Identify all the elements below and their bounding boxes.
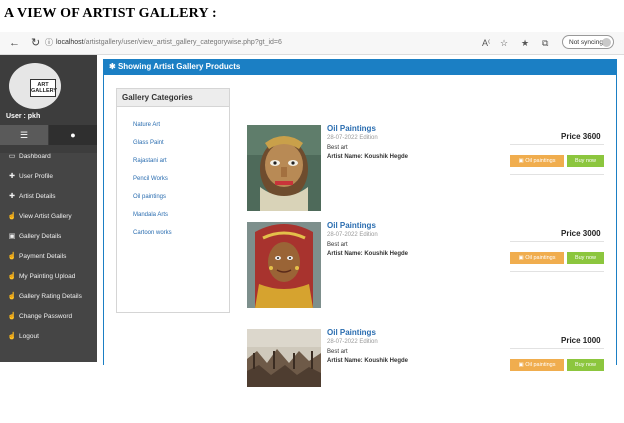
address-bar: ← ↻ ⓘ localhost/artistgallery/user/view_…: [0, 32, 624, 55]
sidebar-header: ART GALLERY User : pkh ☰ ●: [0, 55, 97, 153]
buy-now-button[interactable]: Buy now: [567, 359, 604, 371]
hand-icon: ☝: [7, 313, 17, 320]
profile-avatar-icon: [602, 38, 611, 47]
product-title[interactable]: Oil Paintings: [327, 328, 376, 337]
category-link[interactable]: Mandala Arts: [133, 211, 168, 219]
product-category: Best art: [327, 145, 348, 151]
divider: [510, 144, 604, 145]
browser-window: ← ↻ ⓘ localhost/artistgallery/user/view_…: [0, 32, 624, 387]
category-link[interactable]: Rajastani art: [133, 157, 167, 165]
hand-icon: ☝: [7, 293, 17, 300]
sidebar-item-logout[interactable]: ☝ Logout: [0, 327, 97, 346]
gallery-icon: ▣: [8, 233, 16, 240]
category-button[interactable]: ▣ Oil paintings: [510, 155, 564, 167]
read-aloud-icon[interactable]: A⁽: [482, 37, 490, 49]
product-price: Price 1000: [561, 336, 601, 345]
back-icon[interactable]: ←: [9, 36, 20, 50]
favorite-icon[interactable]: ☆: [500, 37, 508, 49]
divider: [510, 348, 604, 349]
sidebar-item-gallery-details[interactable]: ▣ Gallery Details: [0, 227, 97, 246]
sidebar-item-user-profile[interactable]: ✚ User Profile: [0, 167, 97, 186]
url-path: /artistgallery/user/view_artist_gallery_…: [83, 39, 282, 46]
sync-button[interactable]: Not syncing: [562, 35, 614, 49]
main-content: ✱ Showing Artist Gallery Products Galler…: [97, 55, 624, 387]
sidebar-item-payment-details[interactable]: ☝ Payment Details: [0, 247, 97, 266]
sidebar-item-change-password[interactable]: ☝ Change Password: [0, 307, 97, 326]
product-price: Price 3000: [561, 229, 601, 238]
sidebar-item-dashboard[interactable]: ▭ Dashboard: [0, 147, 97, 166]
sidebar-item-my-painting-upload[interactable]: ☝ My Painting Upload: [0, 267, 97, 286]
favorites-list-icon[interactable]: ★: [521, 37, 529, 49]
category-button[interactable]: ▣ Oil paintings: [510, 359, 564, 371]
category-link[interactable]: Nature Art: [133, 121, 160, 129]
logo-mark: ART GALLERY: [30, 79, 57, 97]
hand-icon: ☝: [7, 253, 17, 260]
divider: [510, 241, 604, 242]
product-artist: Artist Name: Koushik Hegde: [327, 358, 409, 364]
list-tab[interactable]: ☰: [0, 125, 48, 145]
product-artist: Artist Name: Koushik Hegde: [327, 154, 409, 160]
sidebar: ART GALLERY User : pkh ☰ ● ▭ Dashboard ✚ Us…: [0, 55, 97, 362]
list-icon: ☰: [19, 130, 29, 140]
product-category: Best art: [327, 242, 348, 248]
hand-icon: ☝: [7, 273, 17, 280]
sidebar-item-gallery-rating-details[interactable]: ☝ Gallery Rating Details: [0, 287, 97, 306]
category-link[interactable]: Cartoon works: [133, 229, 172, 237]
refresh-icon[interactable]: ↻: [31, 36, 40, 50]
product-artist: Artist Name: Koushik Hegde: [327, 251, 409, 257]
user-tab[interactable]: ●: [49, 125, 97, 145]
user-label: User : pkh: [6, 113, 41, 120]
product-image[interactable]: [247, 329, 321, 387]
asterisk-icon: ✱: [109, 62, 118, 71]
url-host: localhost: [56, 39, 84, 46]
monitor-icon: ▭: [8, 153, 16, 160]
logo: ART GALLERY: [9, 63, 61, 109]
product-edition: 28-07-2022 Edition: [327, 135, 378, 141]
buy-now-button[interactable]: Buy now: [567, 155, 604, 167]
category-link[interactable]: Oil paintings: [133, 193, 166, 201]
panel-title: ✱ Showing Artist Gallery Products: [103, 59, 617, 75]
category-link[interactable]: Glass Paint: [133, 139, 164, 147]
hand-icon: ☝: [7, 213, 17, 220]
divider: [510, 174, 604, 175]
hand-icon: ☝: [7, 333, 17, 340]
product-edition: 28-07-2022 Edition: [327, 232, 378, 238]
divider: [510, 271, 604, 272]
pencil-icon: ✚: [9, 193, 15, 200]
product-title[interactable]: Oil Paintings: [327, 124, 376, 133]
product-edition: 28-07-2022 Edition: [327, 339, 378, 345]
categories-title: Gallery Categories: [117, 89, 229, 107]
sync-label: Not syncing: [569, 39, 603, 46]
categories-box: Gallery Categories Nature Art Glass Pain…: [116, 88, 230, 313]
pencil-icon: ✚: [9, 173, 15, 180]
product-image[interactable]: [247, 125, 321, 211]
category-button[interactable]: ▣ Oil paintings: [510, 252, 564, 264]
product-card: Oil Paintings 28-07-2022 Edition Best ar…: [247, 221, 605, 316]
product-price: Price 3600: [561, 132, 601, 141]
product-card: Oil Paintings 28-07-2022 Edition Best ar…: [247, 124, 605, 219]
info-icon[interactable]: ⓘ: [45, 36, 53, 50]
user-icon: ●: [70, 130, 76, 140]
product-title[interactable]: Oil Paintings: [327, 221, 376, 230]
url-field[interactable]: localhost/artistgallery/user/view_artist…: [56, 36, 282, 50]
document-heading: A VIEW OF ARTIST GALLERY :: [4, 6, 217, 21]
category-link[interactable]: Pencil Works: [133, 175, 168, 183]
collections-icon[interactable]: ⧉: [542, 37, 548, 49]
sidebar-item-artist-details[interactable]: ✚ Artist Details: [0, 187, 97, 206]
product-image[interactable]: [247, 222, 321, 308]
product-card: Oil Paintings 28-07-2022 Edition Best ar…: [247, 328, 605, 423]
buy-now-button[interactable]: Buy now: [567, 252, 604, 264]
product-category: Best art: [327, 349, 348, 355]
sidebar-item-view-artist-gallery[interactable]: ☝ View Artist Gallery: [0, 207, 97, 226]
